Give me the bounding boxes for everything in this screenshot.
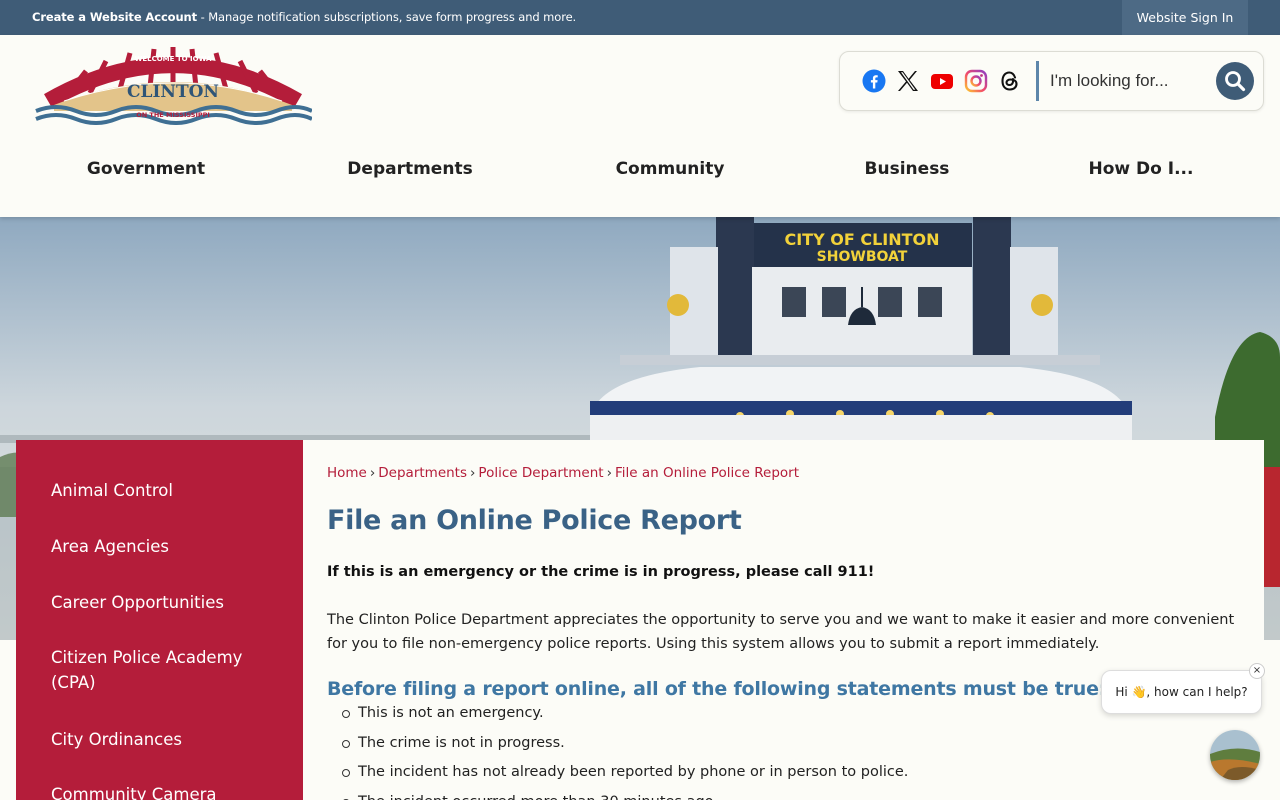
- chat-greeting-bubble[interactable]: Hi 👋, how can I help?: [1101, 670, 1262, 714]
- x-icon[interactable]: [896, 69, 920, 93]
- site-header: WELCOME TO IOWA CLINTON ON THE MISSISSIP…: [0, 35, 1280, 217]
- main-content: Home › Departments › Police Department › File …: [303, 440, 1264, 800]
- list-item: The crime is not in progress.: [341, 732, 908, 762]
- list-item: This is not an emergency.: [341, 702, 908, 732]
- sidebar-nav: Animal Control Area Agencies Career Oppo…: [16, 440, 303, 800]
- breadcrumb-police-department[interactable]: Police Department: [478, 465, 603, 481]
- nav-business[interactable]: Business: [865, 159, 950, 179]
- sidebar-item-citizen-police-academy[interactable]: Citizen Police Academy (CPA): [51, 645, 281, 695]
- website-sign-in-button[interactable]: Website Sign In: [1122, 0, 1248, 35]
- breadcrumb-home[interactable]: Home: [327, 465, 367, 481]
- top-bar: Create a Website Account - Manage notifi…: [0, 0, 1280, 35]
- search-button[interactable]: [1216, 62, 1254, 100]
- search-divider: [1036, 61, 1039, 101]
- social-search-bar: [839, 51, 1264, 111]
- create-account-description: - Manage notification subscriptions, sav…: [197, 10, 577, 24]
- logo-name: CLINTON: [127, 82, 219, 102]
- emergency-notice: If this is an emergency or the crime is …: [327, 564, 875, 580]
- list-item: The incident has not already been report…: [341, 761, 908, 791]
- sidebar-item-area-agencies[interactable]: Area Agencies: [51, 534, 281, 559]
- create-account-label[interactable]: Create a Website Account: [32, 10, 197, 24]
- sidebar-item-animal-control[interactable]: Animal Control: [51, 478, 281, 503]
- breadcrumb-separator: ›: [470, 465, 476, 481]
- chat-avatar-image: [1210, 730, 1260, 780]
- nav-departments[interactable]: Departments: [347, 159, 472, 179]
- search-input[interactable]: [1050, 62, 1210, 100]
- chat-close-button[interactable]: ×: [1249, 663, 1265, 679]
- page-title: File an Online Police Report: [327, 505, 742, 536]
- nav-government[interactable]: Government: [87, 159, 205, 179]
- nav-community[interactable]: Community: [616, 159, 725, 179]
- search-icon: [1225, 71, 1246, 92]
- logo-tagline: ON THE MISSISSIPPI: [136, 111, 210, 119]
- clinton-logo[interactable]: WELCOME TO IOWA CLINTON ON THE MISSISSIP…: [34, 41, 312, 125]
- list-item: The incident occurred more than 30 minut…: [341, 791, 908, 800]
- main-nav: Government Departments Community Busines…: [0, 155, 1280, 185]
- breadcrumb-current[interactable]: File an Online Police Report: [615, 465, 799, 481]
- instagram-icon[interactable]: [964, 69, 988, 93]
- breadcrumb: Home › Departments › Police Department › File …: [327, 465, 799, 481]
- breadcrumb-separator: ›: [606, 465, 612, 481]
- sidebar-item-city-ordinances[interactable]: City Ordinances: [51, 727, 281, 752]
- requirements-heading: Before filing a report online, all of th…: [327, 678, 1107, 700]
- showboat-sign-line2: SHOWBOAT: [817, 249, 908, 265]
- sidebar-item-community-camera[interactable]: Community Camera: [51, 782, 281, 800]
- nav-how-do-i[interactable]: How Do I...: [1089, 159, 1194, 179]
- breadcrumb-separator: ›: [369, 465, 376, 481]
- breadcrumb-departments[interactable]: Departments: [378, 465, 467, 481]
- youtube-icon[interactable]: [930, 69, 954, 93]
- create-account-link[interactable]: Create a Website Account - Manage notifi…: [32, 10, 576, 24]
- logo-arch-text: WELCOME TO IOWA: [135, 55, 212, 63]
- facebook-icon[interactable]: [862, 69, 886, 93]
- threads-icon[interactable]: [998, 69, 1022, 93]
- chat-launcher-avatar[interactable]: [1210, 730, 1260, 780]
- sidebar-item-career-opportunities[interactable]: Career Opportunities: [51, 590, 281, 615]
- showboat-sign-line1: CITY OF CLINTON: [784, 230, 939, 249]
- intro-paragraph: The Clinton Police Department appreciate…: [327, 612, 1235, 652]
- requirements-list: This is not an emergency. The crime is n…: [341, 702, 908, 800]
